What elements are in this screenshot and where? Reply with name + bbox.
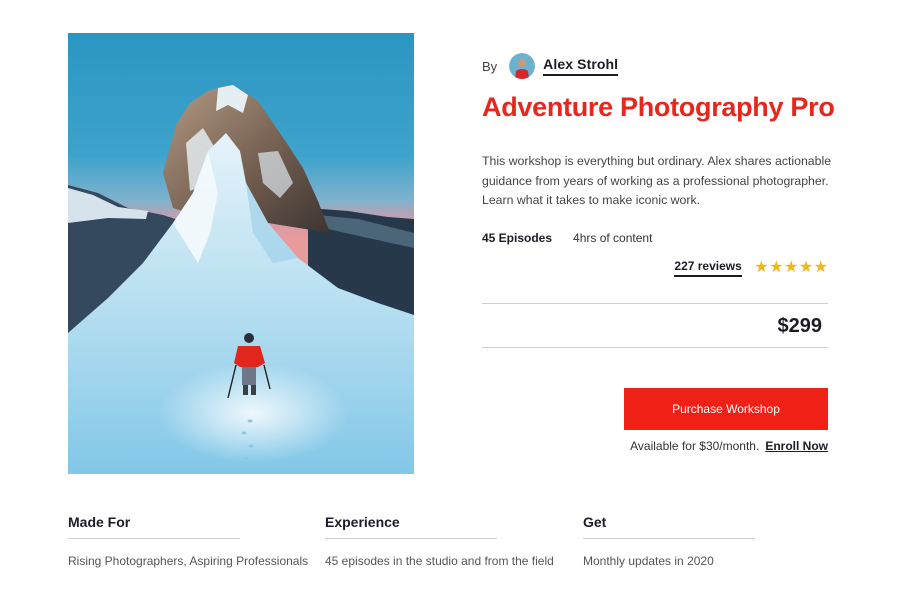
feature-heading: Made For bbox=[68, 514, 240, 539]
feature-made-for: Made For Rising Photographers, Aspiring … bbox=[68, 514, 308, 568]
feature-heading: Experience bbox=[325, 514, 497, 539]
star-icon: ★ bbox=[754, 259, 769, 276]
workshop-page: By Alex Strohl Adventure Photography Pro… bbox=[0, 0, 900, 600]
feature-experience: Experience 45 episodes in the studio and… bbox=[325, 514, 554, 568]
purchase-workshop-button[interactable]: Purchase Workshop bbox=[624, 388, 828, 430]
star-icon: ★ bbox=[769, 259, 784, 276]
star-rating: ★ ★ ★ ★ ★ bbox=[754, 260, 828, 276]
feature-text: Monthly updates in 2020 bbox=[583, 554, 714, 568]
page-title: Adventure Photography Pro bbox=[482, 92, 835, 122]
by-label: By bbox=[482, 58, 498, 74]
hero-image bbox=[68, 33, 414, 474]
monthly-text: Available for $30/month. bbox=[630, 439, 760, 453]
star-icon: ★ bbox=[798, 259, 814, 276]
monthly-offer: Available for $30/month. Enroll Now bbox=[630, 439, 828, 453]
feature-heading: Get bbox=[583, 514, 755, 539]
feature-text: 45 episodes in the studio and from the f… bbox=[325, 554, 554, 568]
byline: By Alex Strohl bbox=[482, 52, 619, 80]
author-avatar[interactable] bbox=[509, 53, 536, 79]
enroll-now-link[interactable]: Enroll Now bbox=[765, 439, 828, 453]
feature-text: Rising Photographers, Aspiring Professio… bbox=[68, 554, 309, 568]
author-name-link[interactable]: Alex Strohl bbox=[543, 56, 619, 76]
price-box: $299 bbox=[482, 303, 828, 348]
star-icon: ★ bbox=[813, 259, 828, 276]
reviews-link[interactable]: 227 reviews bbox=[674, 259, 742, 277]
star-icon: ★ bbox=[783, 259, 799, 276]
reviews-row: 227 reviews ★ ★ ★ ★ ★ bbox=[674, 259, 828, 277]
workshop-description: This workshop is everything but ordinary… bbox=[482, 154, 832, 207]
episode-count: 45 Episodes bbox=[482, 231, 553, 245]
price: $299 bbox=[777, 315, 823, 337]
workshop-meta: 45 Episodes 4hrs of content bbox=[482, 231, 652, 245]
content-duration: 4hrs of content bbox=[573, 231, 653, 245]
feature-get: Get Monthly updates in 2020 bbox=[583, 514, 755, 568]
